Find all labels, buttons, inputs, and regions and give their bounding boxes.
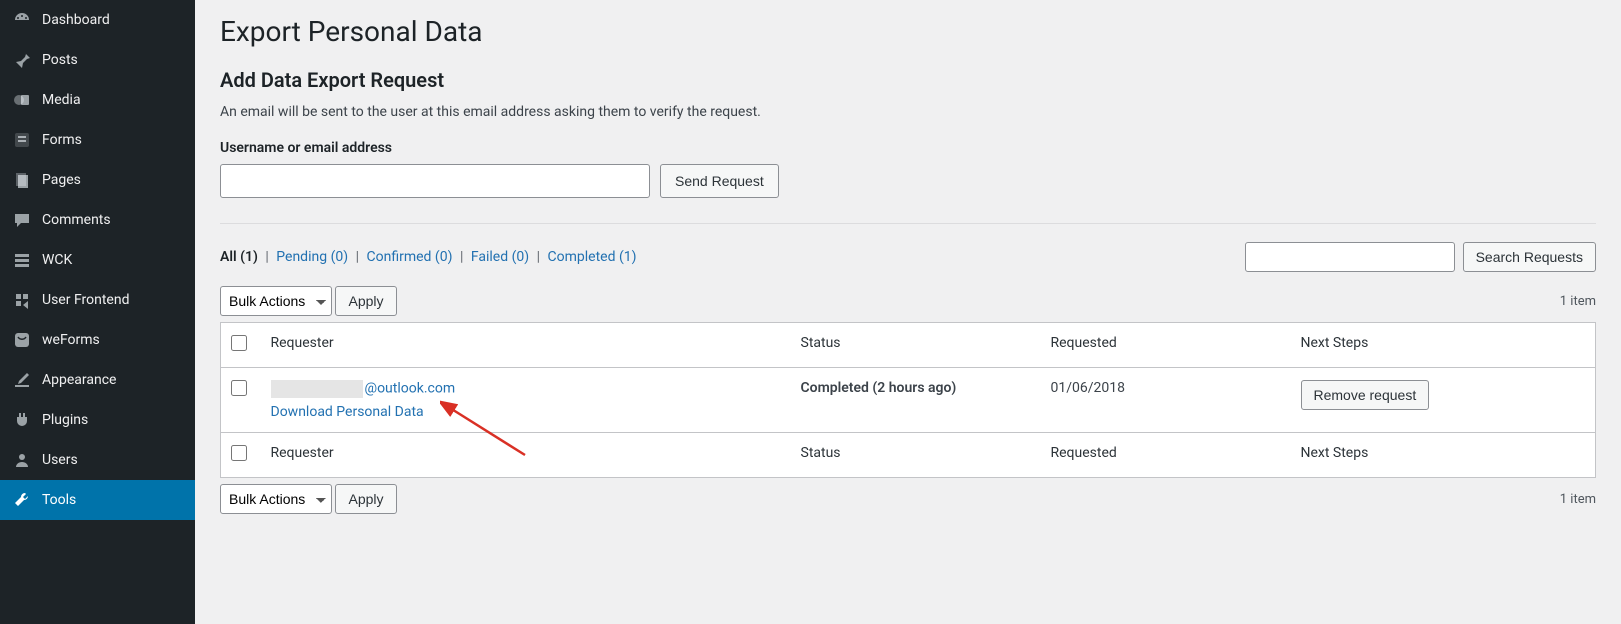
row-status: Completed (2 hours ago) bbox=[801, 380, 957, 396]
dashboard-icon bbox=[12, 10, 32, 30]
requests-table: Requester Status Requested Next Steps @o… bbox=[220, 322, 1596, 478]
sidebar-item-dashboard[interactable]: Dashboard bbox=[0, 0, 195, 40]
admin-sidebar: Dashboard Posts Media Forms Pages Commen… bbox=[0, 0, 195, 624]
page-title: Export Personal Data bbox=[220, 15, 1596, 48]
sidebar-item-forms[interactable]: Forms bbox=[0, 120, 195, 160]
sidebar-item-wck[interactable]: WCK bbox=[0, 240, 195, 280]
sidebar-item-media[interactable]: Media bbox=[0, 80, 195, 120]
sidebar-item-label: Posts bbox=[42, 52, 78, 68]
select-all-bottom[interactable] bbox=[231, 445, 247, 461]
bulk-actions-select-top[interactable]: Bulk Actions bbox=[220, 286, 332, 316]
select-all-top[interactable] bbox=[231, 335, 247, 351]
filter-failed[interactable]: Failed (0) bbox=[471, 249, 529, 265]
status-filters: All (1) | Pending (0) | Confirmed (0) | … bbox=[220, 249, 637, 265]
sidebar-item-label: Pages bbox=[42, 172, 81, 188]
sidebar-item-weforms[interactable]: weForms bbox=[0, 320, 195, 360]
table-row: @outlook.com Download Personal Data Comp… bbox=[221, 368, 1596, 433]
sidebar-item-appearance[interactable]: Appearance bbox=[0, 360, 195, 400]
sidebar-item-label: WCK bbox=[42, 252, 72, 268]
sidebar-item-label: Forms bbox=[42, 132, 82, 148]
col-header-status: Status bbox=[791, 323, 1041, 368]
pages-icon bbox=[12, 170, 32, 190]
sidebar-item-users[interactable]: Users bbox=[0, 440, 195, 480]
sidebar-item-label: User Frontend bbox=[42, 292, 129, 308]
col-header-requested[interactable]: Requested bbox=[1041, 323, 1291, 368]
sidebar-item-tools[interactable]: Tools bbox=[0, 480, 195, 520]
filter-confirmed[interactable]: Confirmed (0) bbox=[367, 249, 453, 265]
apply-button-bottom[interactable]: Apply bbox=[335, 484, 396, 514]
comments-icon bbox=[12, 210, 32, 230]
row-requested: 01/06/2018 bbox=[1041, 368, 1291, 433]
sidebar-item-plugins[interactable]: Plugins bbox=[0, 400, 195, 440]
appearance-icon bbox=[12, 370, 32, 390]
sidebar-item-label: Users bbox=[42, 452, 78, 468]
sidebar-item-label: Tools bbox=[42, 492, 76, 508]
divider bbox=[220, 223, 1596, 224]
plugins-icon bbox=[12, 410, 32, 430]
sidebar-item-label: Plugins bbox=[42, 412, 88, 428]
col-header-requester[interactable]: Requester bbox=[261, 323, 791, 368]
users-icon bbox=[12, 450, 32, 470]
sidebar-item-posts[interactable]: Posts bbox=[0, 40, 195, 80]
userfrontend-icon bbox=[12, 290, 32, 310]
search-requests-button[interactable]: Search Requests bbox=[1463, 242, 1596, 272]
col-footer-next-steps: Next Steps bbox=[1291, 433, 1596, 478]
main-content: Export Personal Data Add Data Export Req… bbox=[195, 0, 1621, 624]
col-footer-requested[interactable]: Requested bbox=[1041, 433, 1291, 478]
remove-request-button[interactable]: Remove request bbox=[1301, 380, 1430, 410]
username-email-input[interactable] bbox=[220, 164, 650, 198]
weforms-icon bbox=[12, 330, 32, 350]
item-count-bottom: 1 item bbox=[1560, 492, 1596, 507]
pin-icon bbox=[12, 50, 32, 70]
sidebar-item-label: Comments bbox=[42, 212, 111, 228]
requester-email[interactable]: @outlook.com bbox=[365, 381, 456, 397]
wck-icon bbox=[12, 250, 32, 270]
page-description: An email will be sent to the user at thi… bbox=[220, 104, 1596, 120]
redacted-email-prefix bbox=[271, 380, 363, 398]
item-count-top: 1 item bbox=[1560, 294, 1596, 309]
sidebar-item-label: Appearance bbox=[42, 372, 116, 388]
tools-icon bbox=[12, 490, 32, 510]
sidebar-item-comments[interactable]: Comments bbox=[0, 200, 195, 240]
sidebar-item-pages[interactable]: Pages bbox=[0, 160, 195, 200]
sidebar-item-label: weForms bbox=[42, 332, 100, 348]
page-subtitle: Add Data Export Request bbox=[220, 68, 1596, 92]
send-request-button[interactable]: Send Request bbox=[660, 164, 779, 198]
media-icon bbox=[12, 90, 32, 110]
col-footer-status: Status bbox=[791, 433, 1041, 478]
username-email-label: Username or email address bbox=[220, 140, 1596, 156]
sidebar-item-userfrontend[interactable]: User Frontend bbox=[0, 280, 195, 320]
apply-button-top[interactable]: Apply bbox=[335, 286, 396, 316]
search-requests-input[interactable] bbox=[1245, 242, 1455, 272]
bulk-actions-select-bottom[interactable]: Bulk Actions bbox=[220, 484, 332, 514]
sidebar-item-label: Media bbox=[42, 92, 81, 108]
sidebar-item-label: Dashboard bbox=[42, 12, 110, 28]
filter-completed[interactable]: Completed (1) bbox=[548, 249, 637, 265]
forms-icon bbox=[12, 130, 32, 150]
col-footer-requester[interactable]: Requester bbox=[261, 433, 791, 478]
row-checkbox[interactable] bbox=[231, 380, 247, 396]
filter-pending[interactable]: Pending (0) bbox=[276, 249, 348, 265]
col-header-next-steps: Next Steps bbox=[1291, 323, 1596, 368]
filter-all[interactable]: All (1) bbox=[220, 249, 258, 265]
download-personal-data-link[interactable]: Download Personal Data bbox=[271, 404, 424, 420]
